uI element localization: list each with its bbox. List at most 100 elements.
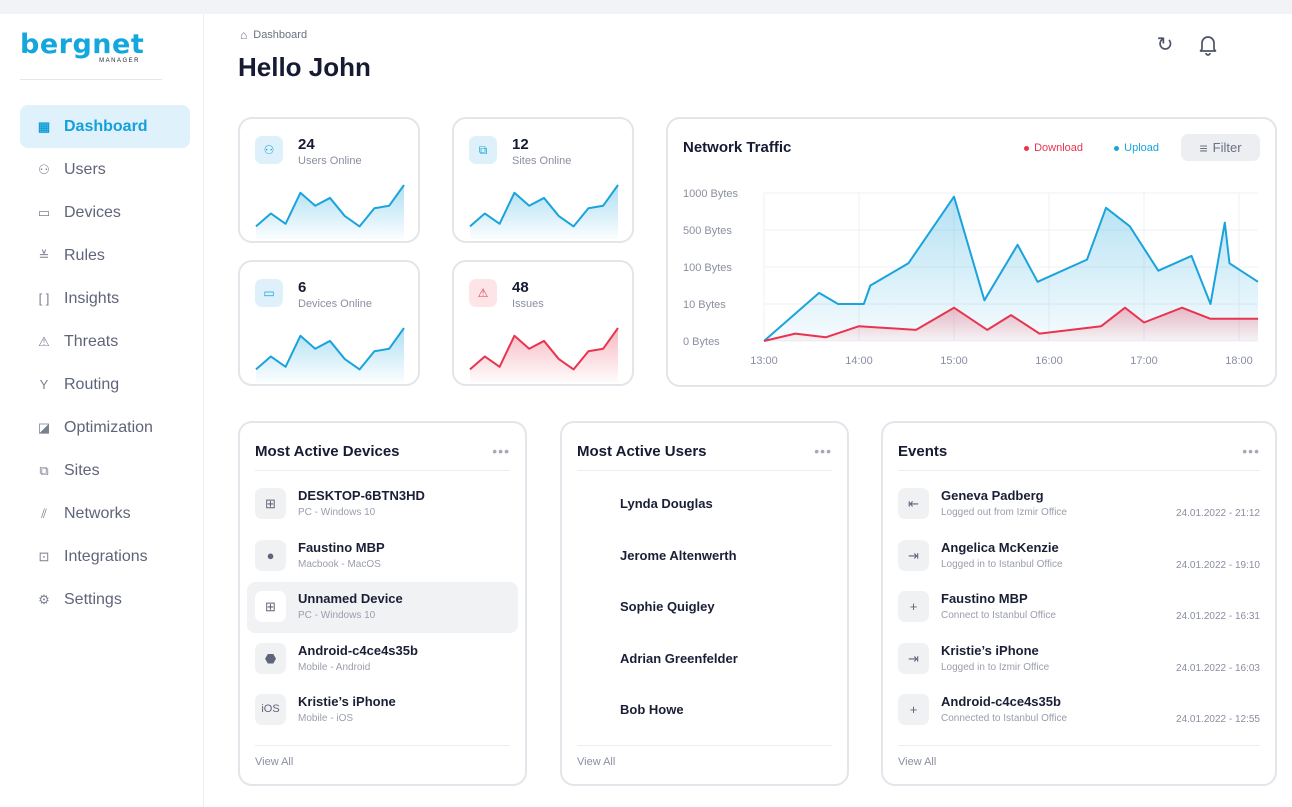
stat-card-sites[interactable]: ⧉ 12 Sites Online bbox=[452, 117, 634, 243]
event-row[interactable]: + Android-c4ce4s35b Connected to Istanbul … bbox=[890, 685, 1268, 736]
refresh-icon[interactable]: ↻ bbox=[1152, 32, 1178, 58]
user-name: Lynda Douglas bbox=[620, 496, 713, 511]
user-row[interactable]: Jerome Altenwerth bbox=[569, 531, 840, 582]
sparkline-chart bbox=[469, 184, 619, 239]
user-name: Bob Howe bbox=[620, 702, 684, 717]
legend-upload-label: Upload bbox=[1124, 142, 1159, 154]
event-timestamp: 24.01.2022 - 21:12 bbox=[1176, 508, 1260, 519]
device-row[interactable]: ● Faustino MBP Macbook - MacOS bbox=[247, 531, 518, 582]
sidebar-item-routing[interactable]: Y Routing bbox=[20, 363, 190, 406]
sidebar-item-label: Threats bbox=[64, 332, 119, 350]
sidebar-item-networks[interactable]: ⫽ Networks bbox=[20, 492, 190, 535]
sidebar-item-insights[interactable]: [ ] Insights bbox=[20, 277, 190, 320]
user-row[interactable]: Adrian Greenfelder bbox=[569, 634, 840, 685]
device-row[interactable]: iOS Kristie’s iPhone Mobile - iOS bbox=[247, 685, 518, 736]
users-icon: ⚇ bbox=[255, 136, 283, 164]
plus-icon: + bbox=[898, 694, 929, 725]
sidebar-item-label: Insights bbox=[64, 289, 120, 307]
download-dot-icon bbox=[1024, 145, 1030, 151]
event-row[interactable]: ⇥ Kristie’s iPhone Logged in to Izmir Offi… bbox=[890, 634, 1268, 685]
device-type: PC - Windows 10 bbox=[298, 507, 376, 518]
divider bbox=[898, 470, 1260, 471]
device-type: PC - Windows 10 bbox=[298, 610, 376, 621]
sidebar-item-threats[interactable]: ⚠ Threats bbox=[20, 320, 190, 363]
event-row[interactable]: + Faustino MBP Connect to Istanbul Office 2… bbox=[890, 582, 1268, 633]
threats-icon: ⚠ bbox=[38, 333, 50, 349]
sidebar-item-settings[interactable]: ⚙ Settings bbox=[20, 578, 190, 621]
event-title: Faustino MBP bbox=[941, 591, 1028, 606]
rules-icon: ≚ bbox=[38, 247, 50, 263]
user-row[interactable]: Lynda Douglas bbox=[569, 479, 840, 530]
sidebar-item-integrations[interactable]: ⊡ Integrations bbox=[20, 535, 190, 578]
x-tick-label: 18:00 bbox=[1225, 355, 1253, 367]
x-tick-label: 13:00 bbox=[750, 355, 778, 367]
stat-card-issues[interactable]: ⚠ 48 Issues bbox=[452, 260, 634, 386]
sidebar-item-label: Routing bbox=[64, 375, 120, 393]
sparkline-area bbox=[470, 328, 618, 382]
sidebar-item-label: Settings bbox=[64, 590, 122, 608]
device-row[interactable]: ⬣ Android-c4ce4s35b Mobile - Android bbox=[247, 634, 518, 685]
legend-upload[interactable]: Upload bbox=[1114, 142, 1159, 154]
warning-icon: ⚠ bbox=[469, 279, 497, 307]
device-name: Android-c4ce4s35b bbox=[298, 642, 418, 658]
user-name: Jerome Altenwerth bbox=[620, 547, 737, 563]
stat-card-users[interactable]: ⚇ 24 Users Online bbox=[238, 117, 420, 243]
event-description: Logged out from Izmir Office bbox=[941, 507, 1067, 518]
more-icon[interactable]: ••• bbox=[1242, 443, 1260, 459]
user-row[interactable]: Bob Howe bbox=[569, 685, 840, 736]
sites-icon: ⧉ bbox=[469, 136, 497, 164]
x-tick-label: 16:00 bbox=[1035, 355, 1063, 367]
bell-icon[interactable] bbox=[1195, 32, 1221, 58]
sidebar-item-label: Optimization bbox=[64, 418, 153, 436]
stat-label: Sites Online bbox=[512, 155, 572, 167]
y-tick-label: 500 Bytes bbox=[683, 225, 732, 237]
event-title: Android-c4ce4s35b bbox=[941, 694, 1061, 709]
sidebar: bergnet MANAGER ▦ Dashboard ⚇ Users ▭ Devices… bbox=[0, 14, 204, 807]
divider bbox=[577, 745, 832, 746]
more-icon[interactable]: ••• bbox=[814, 443, 832, 459]
users-icon: ⚇ bbox=[38, 161, 50, 177]
users-title: Most Active Users bbox=[577, 443, 707, 460]
event-description: Connect to Istanbul Office bbox=[941, 610, 1056, 621]
sidebar-item-label: Networks bbox=[64, 504, 131, 522]
apple-icon: ● bbox=[255, 539, 286, 571]
sidebar-item-optimization[interactable]: ◪ Optimization bbox=[20, 406, 190, 449]
device-type: Macbook - MacOS bbox=[298, 558, 381, 570]
event-timestamp: 24.01.2022 - 16:03 bbox=[1176, 662, 1260, 674]
logo[interactable]: bergnet MANAGER bbox=[20, 30, 162, 80]
sidebar-item-label: Rules bbox=[64, 246, 105, 264]
devices-view-all-link[interactable]: View All bbox=[255, 756, 293, 768]
stat-label: Devices Online bbox=[298, 298, 372, 310]
event-title: Geneva Padberg bbox=[941, 488, 1044, 503]
app-window: bergnet MANAGER ▦ Dashboard ⚇ Users ▭ Devices… bbox=[0, 14, 1292, 807]
sidebar-item-sites[interactable]: ⧉ Sites bbox=[20, 449, 190, 492]
device-row[interactable]: ⊞ Unnamed Device PC - Windows 10 bbox=[247, 582, 518, 633]
filter-button[interactable]: ≡ Filter bbox=[1181, 134, 1260, 161]
event-row[interactable]: ⇥ Angelica McKenzie Logged in to Istanbul … bbox=[890, 531, 1268, 582]
users-view-all-link[interactable]: View All bbox=[577, 756, 615, 768]
sidebar-item-label: Devices bbox=[64, 203, 121, 221]
android-icon: ⬣ bbox=[255, 642, 286, 674]
integrations-icon: ⊡ bbox=[38, 548, 50, 564]
device-type: Mobile - iOS bbox=[298, 713, 354, 724]
stat-card-devices[interactable]: ▭ 6 Devices Online bbox=[238, 260, 420, 386]
sidebar-item-users[interactable]: ⚇ Users bbox=[20, 148, 190, 191]
device-row[interactable]: ⊞ DESKTOP-6BTN3HD PC - Windows 10 bbox=[247, 479, 518, 530]
sidebar-nav: ▦ Dashboard ⚇ Users ▭ Devices ≚ Rules [ ] Insight… bbox=[20, 105, 190, 621]
sparkline-chart bbox=[469, 327, 619, 382]
event-description: Connected to Istanbul Office bbox=[941, 713, 1068, 724]
sidebar-item-label: Integrations bbox=[64, 547, 148, 565]
device-type: Mobile - Android bbox=[298, 661, 371, 673]
users-card: Most Active Users ••• View All Lynda Dou… bbox=[560, 421, 849, 786]
sidebar-item-dashboard[interactable]: ▦ Dashboard bbox=[20, 105, 190, 148]
legend-download[interactable]: Download bbox=[1024, 142, 1083, 154]
y-tick-label: 1000 Bytes bbox=[683, 188, 739, 200]
sidebar-item-rules[interactable]: ≚ Rules bbox=[20, 234, 190, 277]
event-row[interactable]: ⇤ Geneva Padberg Logged out from Izmir Off… bbox=[890, 479, 1268, 530]
events-view-all-link[interactable]: View All bbox=[898, 756, 936, 768]
more-icon[interactable]: ••• bbox=[492, 443, 510, 459]
user-row[interactable]: Sophie Quigley bbox=[569, 582, 840, 633]
event-timestamp: 24.01.2022 - 12:55 bbox=[1176, 714, 1260, 725]
home-icon[interactable]: ⌂ bbox=[240, 28, 247, 42]
sidebar-item-devices[interactable]: ▭ Devices bbox=[20, 191, 190, 234]
